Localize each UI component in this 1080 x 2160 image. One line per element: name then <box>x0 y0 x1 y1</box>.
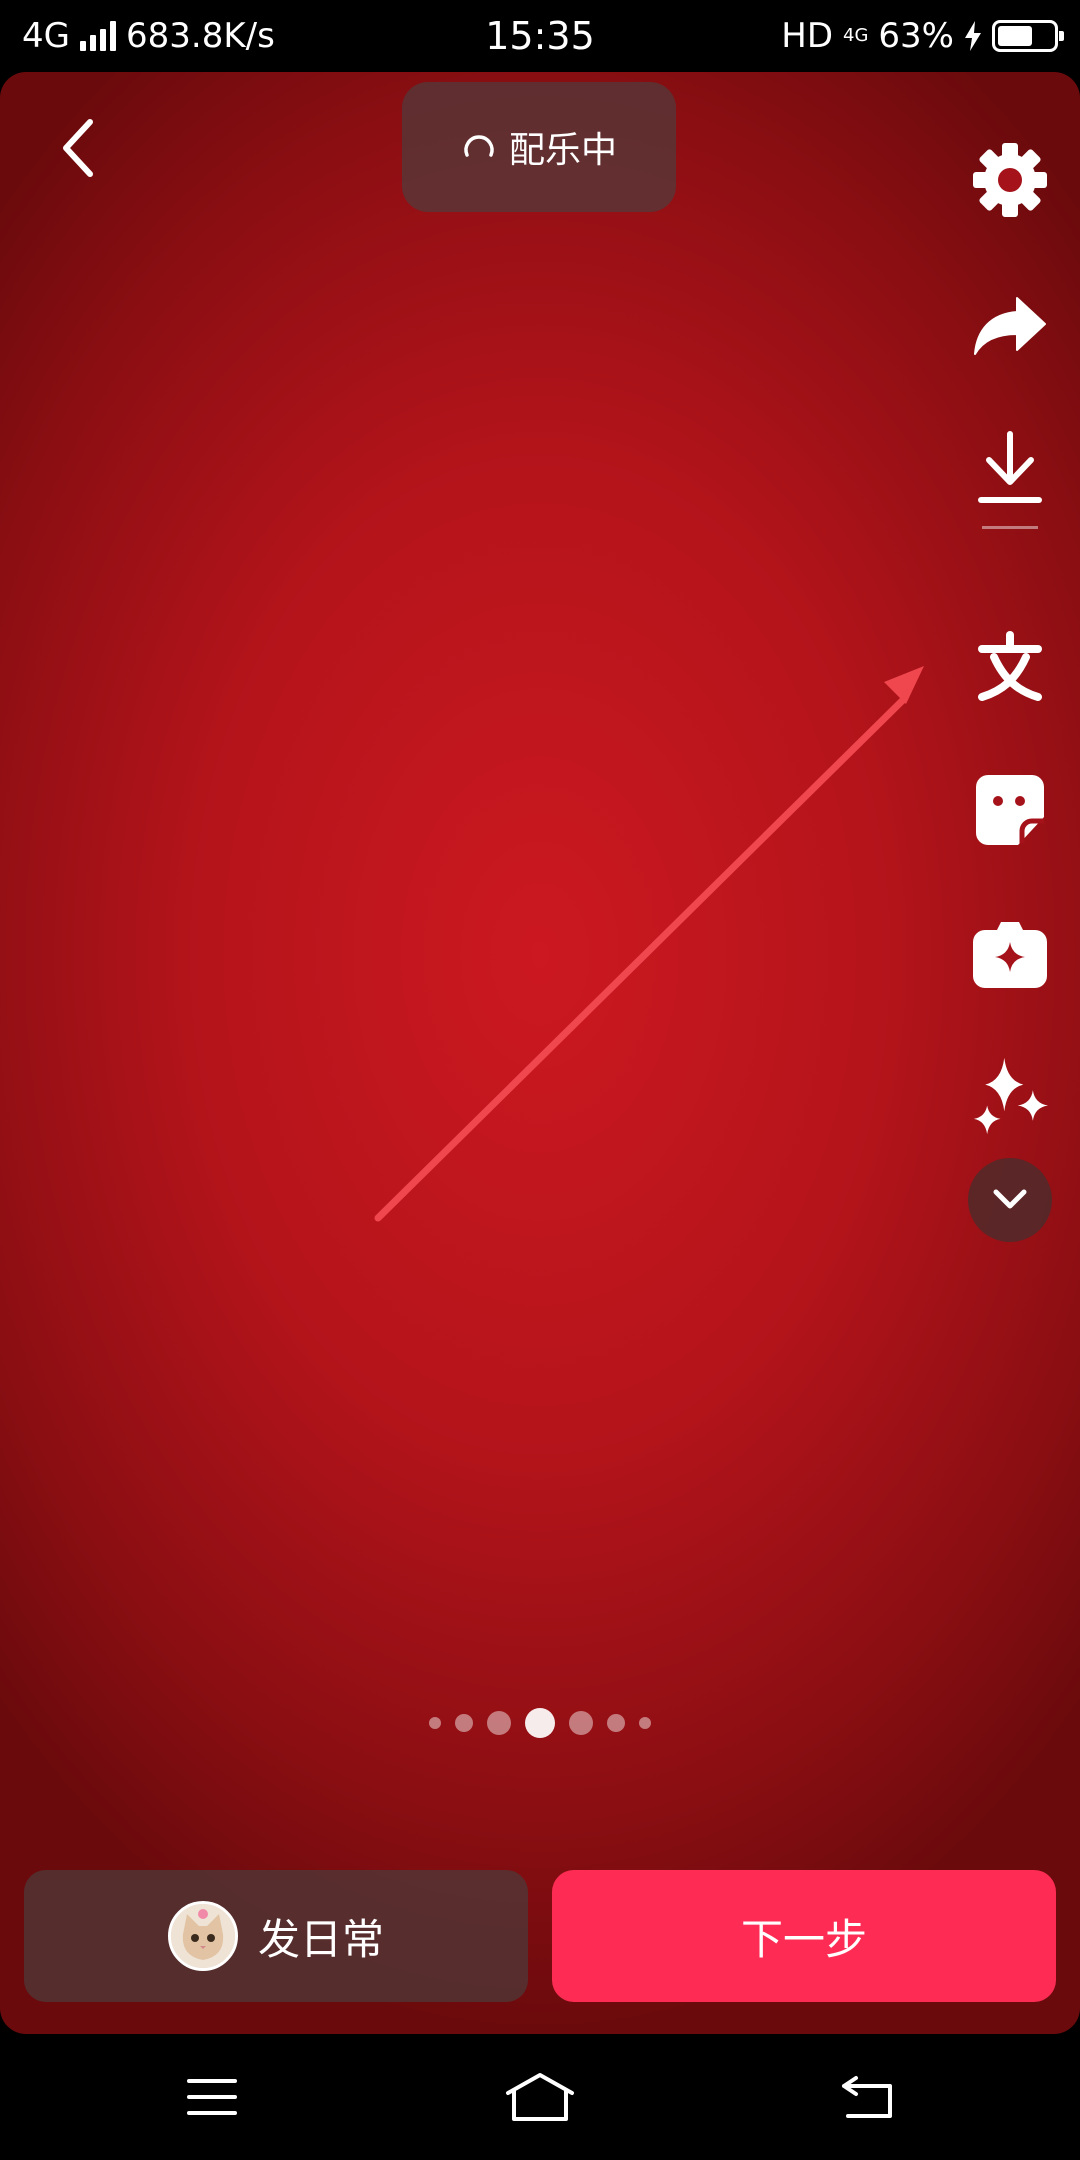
sticker-button[interactable] <box>970 770 1050 850</box>
back-button[interactable] <box>48 108 108 188</box>
more-tools-button[interactable] <box>968 1158 1052 1242</box>
nav-home-button[interactable] <box>500 2064 580 2130</box>
text-icon <box>978 631 1042 701</box>
avatar <box>167 1901 238 1971</box>
side-toolbar <box>940 72 1080 1272</box>
back-chevron-icon <box>63 119 93 177</box>
next-step-button[interactable]: 下一步 <box>552 1870 1056 2002</box>
loading-spinner-icon <box>464 135 494 157</box>
chevron-down-icon <box>993 1189 1027 1209</box>
sticker-icon <box>976 775 1044 845</box>
text-button[interactable] <box>970 626 1050 706</box>
status-right: HD 4G 63% <box>781 16 1064 56</box>
page-dot <box>639 1717 651 1729</box>
music-status-pill[interactable]: 配乐中 <box>402 82 676 212</box>
network-speed: 683.8K/s <box>125 16 275 56</box>
menu-icon <box>187 2079 237 2115</box>
battery-icon <box>992 20 1064 52</box>
charging-icon <box>965 21 981 51</box>
system-nav-bar <box>0 2034 1080 2160</box>
download-button[interactable] <box>970 428 1050 508</box>
annotation-arrow <box>374 666 924 1222</box>
page-dot <box>487 1711 511 1735</box>
network-type: 4G <box>22 16 70 56</box>
nav-back-button[interactable] <box>828 2064 908 2130</box>
post-daily-label: 发日常 <box>257 1914 384 1964</box>
editor-canvas: 配乐中 发日常 下一步 <box>0 72 1080 2034</box>
share-icon <box>974 297 1046 355</box>
battery-fill <box>998 26 1032 46</box>
page-dot <box>607 1714 625 1732</box>
share-button[interactable] <box>970 286 1050 366</box>
post-daily-button[interactable]: 发日常 <box>24 1870 528 2002</box>
home-icon <box>506 2073 574 2121</box>
status-bar: 4G 683.8K/s 15:35 HD 4G 63% <box>0 0 1080 72</box>
battery-percent: 63% <box>878 16 954 56</box>
hd-badge: HD <box>781 16 834 56</box>
next-step-label: 下一步 <box>740 1914 867 1964</box>
signal-icon <box>79 21 116 51</box>
status-left: 4G 683.8K/s <box>22 16 275 56</box>
music-status-label: 配乐中 <box>508 130 617 171</box>
nav-menu-button[interactable] <box>172 2064 252 2130</box>
network-type-right: 4G <box>843 25 869 46</box>
cat-avatar-icon <box>170 1904 235 1968</box>
page-indicator <box>0 1708 1080 1738</box>
gear-icon <box>973 143 1047 217</box>
page-dot <box>429 1717 441 1729</box>
clock: 15:35 <box>485 14 595 58</box>
enhance-button[interactable] <box>970 1056 1050 1136</box>
effect-icon <box>973 922 1047 988</box>
effects-button[interactable] <box>970 914 1050 994</box>
page-dot <box>569 1711 593 1735</box>
return-icon <box>842 2076 892 2118</box>
download-icon <box>978 431 1042 503</box>
page-dot <box>455 1714 473 1732</box>
settings-button[interactable] <box>970 140 1050 220</box>
page-dot <box>525 1708 555 1738</box>
sparkle-icon <box>973 1057 1049 1135</box>
toolbar-divider <box>982 526 1038 529</box>
